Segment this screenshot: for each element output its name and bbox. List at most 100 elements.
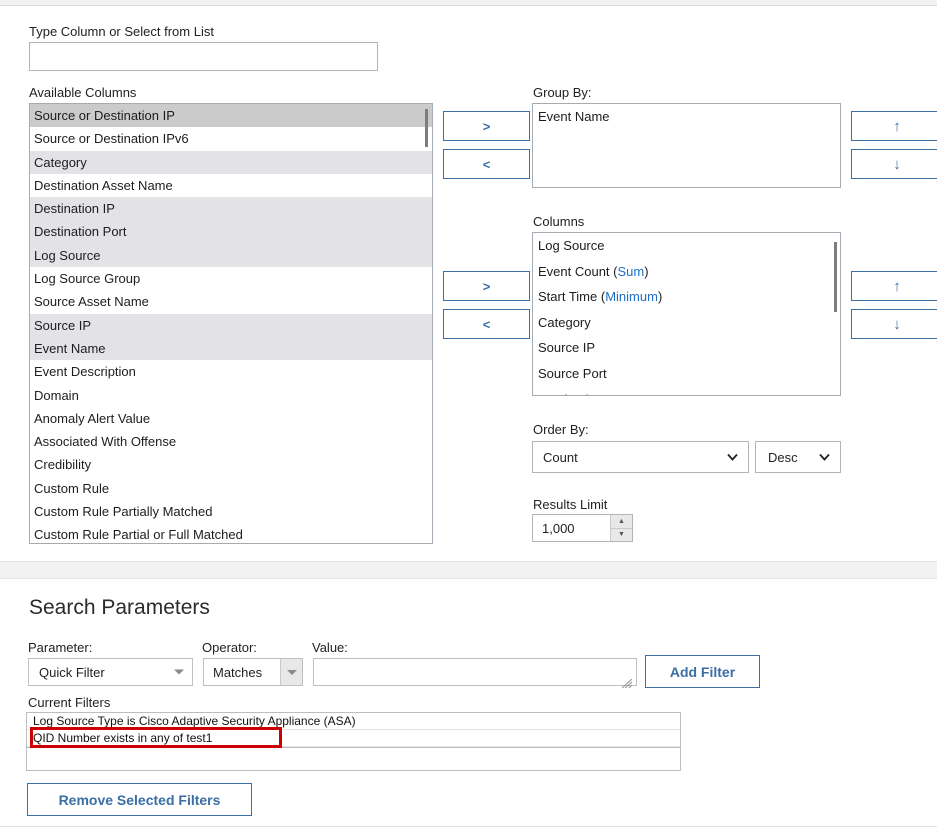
available-column-item[interactable]: Source IP	[30, 313, 432, 337]
value-input[interactable]	[313, 658, 637, 686]
operator-label: Operator:	[202, 640, 257, 655]
results-limit-value[interactable]: 1,000	[533, 515, 610, 541]
available-column-item[interactable]: Source Asset Name	[30, 290, 432, 314]
available-column-item[interactable]: Destination Asset Name	[30, 173, 432, 198]
available-column-item[interactable]: Domain	[30, 383, 432, 407]
operator-value: Matches	[213, 664, 263, 680]
add-to-columns-label: >	[482, 278, 491, 294]
columns-item-label: Category	[538, 314, 591, 330]
current-filters-empty-row[interactable]	[26, 748, 681, 771]
add-filter-button[interactable]: Add Filter	[645, 655, 760, 688]
columns-listbox[interactable]: Log Source Event Count (Sum) Start Time (M…	[532, 232, 841, 396]
type-column-input[interactable]	[29, 42, 378, 71]
columns-scrollbar-thumb[interactable]	[834, 242, 837, 312]
columns-item[interactable]: Destination IP	[533, 387, 840, 395]
add-to-group-by-button[interactable]: >	[443, 111, 530, 141]
columns-label: Columns	[533, 214, 585, 229]
available-column-item[interactable]: Log Source	[30, 243, 432, 268]
remove-from-group-by-button[interactable]: <	[443, 149, 530, 179]
columns-item[interactable]: Event Count (Sum)	[533, 259, 840, 285]
operator-select[interactable]: Matches	[203, 658, 303, 686]
parameter-value: Quick Filter	[39, 664, 105, 680]
available-column-item[interactable]: Source or Destination IP	[30, 104, 432, 128]
arrow-up-icon: ↑	[893, 117, 901, 135]
available-columns-scrollbar-thumb[interactable]	[425, 109, 428, 147]
type-column-label: Type Column or Select from List	[29, 24, 214, 39]
available-column-item[interactable]: Anomaly Alert Value	[30, 406, 432, 431]
remove-selected-filters-label: Remove Selected Filters	[58, 791, 221, 808]
arrow-up-icon: ↑	[893, 277, 901, 295]
columns-item-label: Source IP	[538, 340, 596, 356]
available-columns-listbox[interactable]: Source or Destination IP Source or Destin…	[29, 103, 433, 544]
columns-item-label: Event Count	[538, 263, 610, 279]
available-column-item[interactable]: Destination Port	[30, 220, 432, 244]
columns-item[interactable]: Start Time (Minimum)	[533, 284, 840, 310]
current-filter-row[interactable]: QID Number exists in any of test1	[27, 730, 680, 747]
chevron-down-icon	[726, 451, 739, 464]
stepper-down-icon[interactable]: ▼	[611, 528, 632, 541]
arrow-down-icon: ↓	[893, 315, 901, 333]
search-editor-page: Type Column or Select from List Availabl…	[0, 0, 937, 830]
available-column-item[interactable]: Log Source Group	[30, 267, 432, 291]
available-columns-label: Available Columns	[29, 85, 137, 100]
order-by-select[interactable]: Count	[532, 441, 749, 473]
add-filter-label: Add Filter	[669, 663, 736, 680]
columns-move-up-button[interactable]: ↑	[851, 271, 937, 301]
column-selection-panel: Type Column or Select from List Availabl…	[0, 7, 937, 560]
results-limit-spin-buttons: ▲ ▼	[610, 515, 632, 541]
columns-item-aggregate: (Sum)	[609, 263, 649, 279]
available-column-item[interactable]: Custom Rule Partially Matched	[30, 500, 432, 524]
available-column-item[interactable]: Associated With Offense	[30, 430, 432, 454]
available-column-item[interactable]: Event Name	[30, 336, 432, 361]
page-title: Search Parameters	[29, 596, 210, 619]
group-by-move-down-button[interactable]: ↓	[851, 149, 937, 179]
chevron-down-icon	[818, 451, 831, 464]
columns-item[interactable]: Source IP	[533, 335, 840, 361]
available-column-item[interactable]: Custom Rule Partial or Full Matched	[30, 523, 432, 543]
order-by-label: Order By:	[533, 422, 589, 437]
group-by-item-label: Event Name	[538, 109, 610, 124]
order-by-value: Count	[543, 449, 578, 465]
group-by-listbox[interactable]: Event Name	[532, 103, 841, 188]
available-column-item[interactable]: Source or Destination IPv6	[30, 127, 432, 151]
add-to-columns-button[interactable]: >	[443, 271, 530, 301]
available-column-item[interactable]: Custom Rule	[30, 476, 432, 501]
group-by-label: Group By:	[533, 85, 592, 100]
section-separator	[0, 561, 937, 579]
available-column-item[interactable]: Destination IP	[30, 197, 432, 221]
arrow-down-icon: ↓	[893, 155, 901, 173]
search-parameters-panel: Search Parameters Parameter: Quick Filte…	[0, 580, 937, 830]
parameter-select[interactable]: Quick Filter	[28, 658, 193, 686]
caret-down-icon	[286, 669, 297, 675]
caret-down-icon	[174, 669, 184, 675]
results-limit-label: Results Limit	[533, 497, 608, 512]
remove-from-columns-label: <	[482, 316, 491, 332]
columns-item[interactable]: Source Port	[533, 361, 840, 387]
columns-item[interactable]: Log Source	[533, 233, 840, 259]
columns-item-aggregate: (Minimum)	[597, 289, 663, 305]
bottom-divider	[0, 826, 937, 827]
columns-item[interactable]: Category	[533, 310, 840, 336]
columns-item-label: Destination IP	[538, 392, 619, 395]
top-divider-strip	[0, 0, 937, 6]
order-direction-select[interactable]: Desc	[755, 441, 841, 473]
parameter-label: Parameter:	[28, 640, 93, 655]
remove-from-group-by-label: <	[482, 156, 491, 172]
remove-from-columns-button[interactable]: <	[443, 309, 530, 339]
value-label: Value:	[312, 640, 348, 655]
available-column-item[interactable]: Event Description	[30, 360, 432, 384]
current-filters-label: Current Filters	[28, 695, 111, 710]
group-by-move-up-button[interactable]: ↑	[851, 111, 937, 141]
columns-item-label: Log Source	[538, 238, 605, 253]
operator-dropdown-button[interactable]	[280, 659, 302, 685]
available-column-item[interactable]: Credibility	[30, 453, 432, 477]
group-by-item[interactable]: Event Name	[533, 104, 840, 130]
results-limit-stepper[interactable]: 1,000 ▲ ▼	[532, 514, 633, 542]
current-filters-list[interactable]: Log Source Type is Cisco Adaptive Securi…	[26, 712, 681, 748]
current-filter-row[interactable]: Log Source Type is Cisco Adaptive Securi…	[27, 713, 680, 730]
remove-selected-filters-button[interactable]: Remove Selected Filters	[27, 783, 252, 816]
stepper-up-icon[interactable]: ▲	[611, 515, 632, 529]
columns-move-down-button[interactable]: ↓	[851, 309, 937, 339]
columns-item-label: Start Time	[538, 289, 598, 305]
available-column-item[interactable]: Category	[30, 150, 432, 174]
